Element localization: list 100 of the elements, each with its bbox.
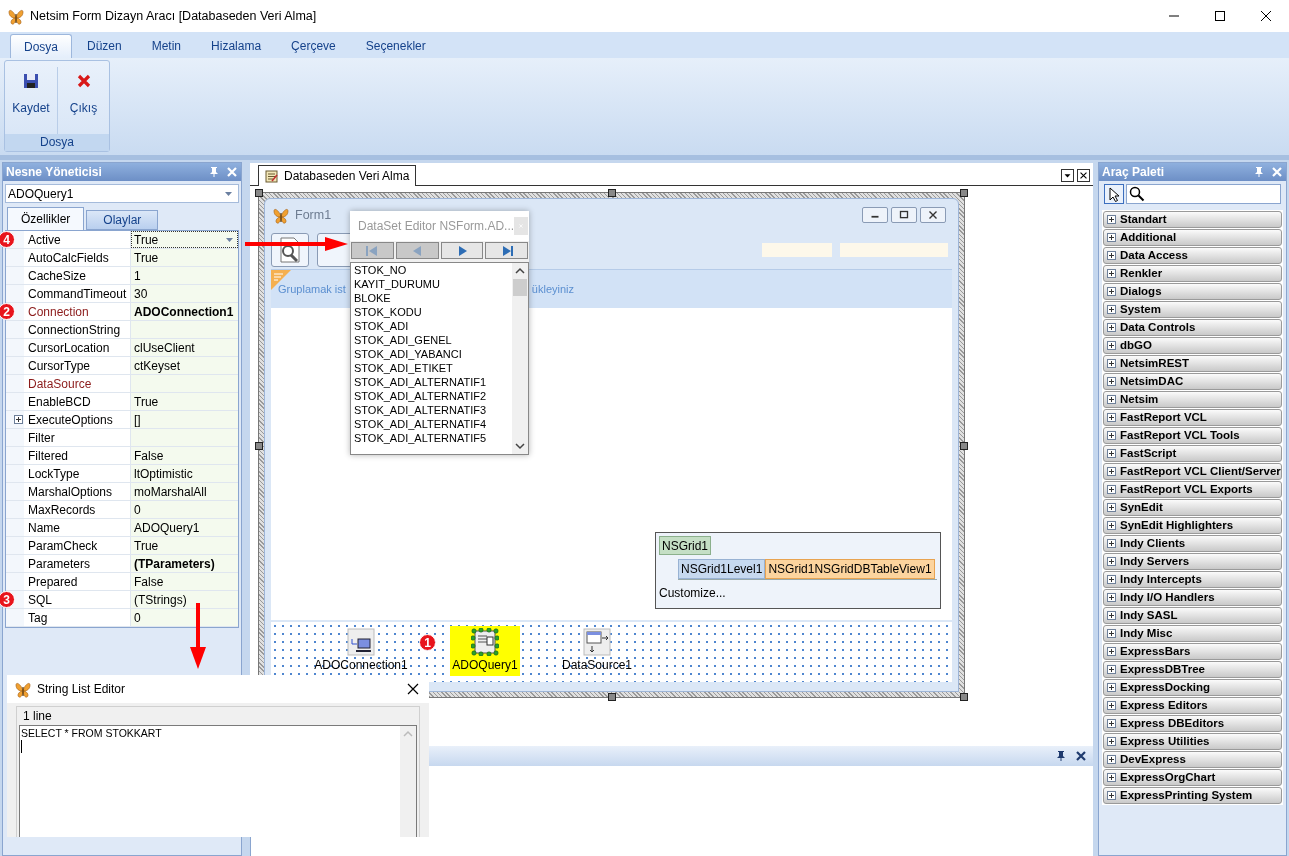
property-value[interactable]: ltOptimistic [131,465,238,482]
palette-category[interactable]: Indy Servers [1103,553,1282,570]
palette-category[interactable]: FastReport VCL [1103,409,1282,426]
ribbon-tab[interactable]: Seçenekler [350,34,441,58]
property-value[interactable]: moMarshalAll [131,483,238,500]
palette-category[interactable]: Standart [1103,211,1282,228]
resize-handle[interactable] [255,442,263,450]
palette-category[interactable]: Data Access [1103,247,1282,264]
palette-category[interactable]: FastReport VCL Client/Server [1103,463,1282,480]
palette-category[interactable]: Dialogs [1103,283,1282,300]
property-value[interactable]: True [131,393,238,410]
property-value[interactable]: False [131,573,238,590]
scroll-up-icon[interactable] [515,266,525,276]
palette-category[interactable]: ExpressDocking [1103,679,1282,696]
ribbon-tab[interactable]: Hizalama [196,34,277,58]
palette-category[interactable]: SynEdit [1103,499,1282,516]
field-list-item[interactable]: STOK_ADI_ETIKET [354,361,512,375]
scroll-down-icon[interactable] [515,441,525,451]
palette-category[interactable]: System [1103,301,1282,318]
property-value[interactable]: (TStrings) [131,591,238,608]
palette-category[interactable]: NetsimDAC [1103,373,1282,390]
palette-category[interactable]: FastReport VCL Tools [1103,427,1282,444]
close-icon[interactable] [1075,750,1087,762]
property-value[interactable]: clUseClient [131,339,238,356]
ribbon-tab[interactable]: Dosya [10,34,72,58]
ribbon-tab[interactable]: Çerçeve [276,34,351,58]
minimize-icon[interactable] [862,207,888,223]
palette-category[interactable]: Data Controls [1103,319,1282,336]
property-value[interactable]: 1 [131,267,238,284]
field-list-item[interactable]: STOK_ADI [354,319,512,333]
property-value[interactable]: (TParameters) [131,555,238,572]
resize-handle[interactable] [960,442,968,450]
customize-link[interactable]: Customize... [659,584,726,602]
field-list-item[interactable]: STOK_ADI_ALTERNATIF3 [354,403,512,417]
component[interactable]: DataSource1 [559,626,634,676]
field-list-item[interactable]: STOK_ADI_YABANCI [354,347,512,361]
palette-category[interactable]: dbGO [1103,337,1282,354]
field-list-item[interactable]: BLOKE [354,291,512,305]
palette-category[interactable]: Indy Intercepts [1103,571,1282,588]
document-tab[interactable]: Databaseden Veri Alma [258,165,417,186]
ribbon-button[interactable]: Kaydet [5,67,57,134]
field-list-item[interactable]: KAYIT_DURUMU [354,277,512,291]
scrollbar[interactable] [400,726,416,837]
inspector-tab[interactable]: Özellikler [7,207,85,230]
property-value[interactable]: ADOConnection1 [131,303,238,320]
palette-category[interactable]: DevExpress [1103,751,1282,768]
grid-node[interactable]: NSGrid1 [659,536,711,555]
property-value[interactable]: ADOQuery1 [131,519,238,536]
field-list-item[interactable]: STOK_ADI_GENEL [354,333,512,347]
close-icon[interactable] [1077,169,1090,182]
palette-category[interactable]: ExpressPrinting System [1103,787,1282,804]
ribbon-tab[interactable]: Düzen [72,34,137,58]
scrollbar[interactable] [512,263,528,454]
ribbon-tab[interactable]: Metin [136,34,197,58]
field-list-item[interactable]: STOK_NO [354,263,512,277]
resize-handle[interactable] [608,693,616,701]
property-value[interactable]: 30 [131,285,238,302]
resize-handle[interactable] [960,189,968,197]
grid-node[interactable]: NSGrid1Level1 [678,559,766,579]
palette-category[interactable]: Express Utilities [1103,733,1282,750]
palette-category[interactable]: ExpressOrgChart [1103,769,1282,786]
palette-category[interactable]: Additional [1103,229,1282,246]
scroll-thumb[interactable] [513,279,527,296]
property-value[interactable]: 0 [131,501,238,518]
object-dropdown[interactable]: ADOQuery1 [5,184,239,203]
palette-category[interactable]: SynEdit Highlighters [1103,517,1282,534]
field-list-item[interactable]: STOK_ADI_ALTERNATIF2 [354,389,512,403]
property-value[interactable]: True [131,231,238,248]
property-value[interactable]: False [131,447,238,464]
palette-category[interactable]: Netsim [1103,391,1282,408]
field-list-item[interactable]: STOK_ADI_ALTERNATIF1 [354,375,512,389]
palette-category[interactable]: ExpressDBTree [1103,661,1282,678]
dropdown-icon[interactable] [1061,169,1074,182]
pointer-tool-button[interactable] [1104,184,1124,204]
component[interactable]: ADOQuery1 [450,626,520,676]
restore-icon[interactable] [891,207,917,223]
field-list-item[interactable]: STOK_KODU [354,305,512,319]
component[interactable]: ADOConnection1 [312,626,410,676]
property-value[interactable]: [] [131,411,238,428]
inspector-tab[interactable]: Olaylar [86,210,159,230]
palette-category[interactable]: Indy I/O Handlers [1103,589,1282,606]
expand-icon[interactable] [14,415,23,424]
palette-category[interactable]: Express Editors [1103,697,1282,714]
resize-handle[interactable] [960,693,968,701]
palette-category[interactable]: FastReport VCL Exports [1103,481,1282,498]
palette-category[interactable]: Indy Clients [1103,535,1282,552]
palette-category[interactable]: Indy SASL [1103,607,1282,624]
palette-category[interactable]: Indy Misc [1103,625,1282,642]
resize-handle[interactable] [608,189,616,197]
palette-category[interactable]: NetsimREST [1103,355,1282,372]
navigator-button[interactable] [485,242,528,259]
property-value[interactable]: ctKeyset [131,357,238,374]
palette-category[interactable]: Express DBEditors [1103,715,1282,732]
search-field[interactable] [1126,184,1281,204]
palette-category[interactable]: ExpressBars [1103,643,1282,660]
pin-icon[interactable] [1055,750,1067,762]
palette-category[interactable]: Renkler [1103,265,1282,282]
palette-category[interactable]: FastScript [1103,445,1282,462]
close-icon[interactable] [920,207,946,223]
field-list-item[interactable]: STOK_ADI_ALTERNATIF4 [354,417,512,431]
